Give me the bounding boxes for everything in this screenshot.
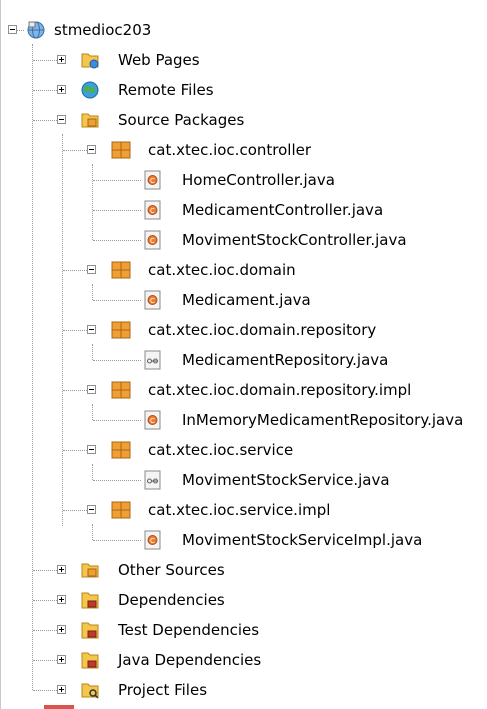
tree-node-java-file[interactable]: C Medicament.java bbox=[0, 285, 487, 315]
tree-node-label: Medicament.java bbox=[182, 291, 311, 309]
tree-node-label: cat.xtec.ioc.domain.repository bbox=[148, 321, 377, 339]
tree-node-label: cat.xtec.ioc.service bbox=[148, 441, 294, 459]
svg-text:C: C bbox=[150, 417, 155, 425]
package-icon bbox=[111, 321, 131, 339]
tree-node-label: Java Dependencies bbox=[118, 651, 262, 669]
java-class-icon: C bbox=[144, 170, 161, 190]
collapse-toggle[interactable] bbox=[87, 445, 96, 454]
tree-node-label: Other Sources bbox=[118, 561, 225, 579]
tree-node-label: Dependencies bbox=[118, 591, 225, 609]
tree-node-java-file[interactable]: C InMemoryMedicamentRepository.java bbox=[0, 405, 487, 435]
tree-node-label: InMemoryMedicamentRepository.java bbox=[182, 411, 464, 429]
tree-node-other-sources[interactable]: Other Sources bbox=[0, 555, 487, 585]
expand-toggle[interactable] bbox=[57, 655, 66, 664]
globe-project-icon bbox=[27, 21, 45, 39]
java-interface-icon bbox=[144, 470, 161, 490]
package-icon bbox=[111, 441, 131, 459]
tree-node-project-files[interactable]: Project Files bbox=[0, 675, 487, 705]
project-files-folder-icon bbox=[81, 683, 99, 699]
remote-files-globe-icon bbox=[81, 81, 99, 99]
expand-toggle[interactable] bbox=[57, 85, 66, 94]
tree-node-label: stmedioc203 bbox=[54, 21, 152, 39]
svg-text:C: C bbox=[150, 177, 155, 185]
web-pages-folder-icon bbox=[81, 53, 99, 69]
source-folder-icon bbox=[81, 113, 99, 128]
svg-text:C: C bbox=[150, 207, 155, 215]
tree-node-web-pages[interactable]: Web Pages bbox=[0, 45, 487, 75]
tree-node-project[interactable]: stmedioc203 bbox=[0, 15, 487, 45]
tree-node-java-file[interactable]: C MovimentStockServiceImpl.java bbox=[0, 525, 487, 555]
tree-node-label: MovimentStockService.java bbox=[182, 471, 390, 489]
collapse-toggle[interactable] bbox=[87, 385, 96, 394]
package-icon bbox=[111, 381, 131, 399]
svg-text:C: C bbox=[150, 537, 155, 545]
tree-node-test-dependencies[interactable]: Test Dependencies bbox=[0, 615, 487, 645]
tree-node-label: cat.xtec.ioc.service.impl bbox=[148, 501, 331, 519]
java-interface-icon bbox=[144, 350, 161, 370]
tree-node-label: MovimentStockServiceImpl.java bbox=[182, 531, 423, 549]
tree-node-label: Project Files bbox=[118, 681, 208, 699]
collapse-toggle[interactable] bbox=[87, 265, 96, 274]
tree-node-remote-files[interactable]: Remote Files bbox=[0, 75, 487, 105]
collapse-toggle[interactable] bbox=[8, 25, 17, 34]
tree-node-package-repository[interactable]: cat.xtec.ioc.domain.repository bbox=[0, 315, 487, 345]
dependencies-folder-icon bbox=[81, 592, 99, 609]
java-class-icon: C bbox=[144, 410, 161, 430]
collapse-toggle[interactable] bbox=[87, 145, 96, 154]
expand-toggle[interactable] bbox=[57, 565, 66, 574]
collapse-toggle[interactable] bbox=[87, 505, 96, 514]
java-class-icon: C bbox=[144, 290, 161, 310]
tree-node-label: MovimentStockController.java bbox=[182, 231, 407, 249]
expand-toggle[interactable] bbox=[57, 625, 66, 634]
tree-node-label: MedicamentRepository.java bbox=[182, 351, 389, 369]
java-class-icon: C bbox=[144, 230, 161, 250]
collapse-toggle[interactable] bbox=[57, 115, 66, 124]
svg-text:C: C bbox=[150, 237, 155, 245]
tree-node-label: HomeController.java bbox=[182, 171, 335, 189]
collapse-toggle[interactable] bbox=[87, 325, 96, 334]
dependencies-folder-icon bbox=[81, 652, 99, 669]
expand-toggle[interactable] bbox=[57, 685, 66, 694]
java-class-icon: C bbox=[144, 530, 161, 550]
tree-node-label: Remote Files bbox=[118, 81, 214, 99]
expand-toggle[interactable] bbox=[57, 595, 66, 604]
tree-node-package-controller[interactable]: cat.xtec.ioc.controller bbox=[0, 135, 487, 165]
package-icon bbox=[111, 141, 131, 159]
error-marker bbox=[44, 705, 74, 709]
other-sources-folder-icon bbox=[81, 563, 99, 578]
tree-node-label: cat.xtec.ioc.domain bbox=[148, 261, 296, 279]
tree-node-java-dependencies[interactable]: Java Dependencies bbox=[0, 645, 487, 675]
tree-node-java-file[interactable]: MovimentStockService.java bbox=[0, 465, 487, 495]
java-class-icon: C bbox=[144, 200, 161, 220]
tree-node-package-domain[interactable]: cat.xtec.ioc.domain bbox=[0, 255, 487, 285]
tree-node-java-file[interactable]: C MovimentStockController.java bbox=[0, 225, 487, 255]
svg-text:C: C bbox=[150, 297, 155, 305]
tree-node-label: Source Packages bbox=[118, 111, 245, 129]
tree-node-source-packages[interactable]: Source Packages bbox=[0, 105, 487, 135]
expand-toggle[interactable] bbox=[57, 55, 66, 64]
tree-node-label: cat.xtec.ioc.domain.repository.impl bbox=[148, 381, 412, 399]
dependencies-folder-icon bbox=[81, 622, 99, 639]
tree-node-label: Web Pages bbox=[118, 51, 200, 69]
tree-node-java-file[interactable]: C MedicamentController.java bbox=[0, 195, 487, 225]
tree-node-java-file[interactable]: MedicamentRepository.java bbox=[0, 345, 487, 375]
tree-node-dependencies[interactable]: Dependencies bbox=[0, 585, 487, 615]
tree-node-label: MedicamentController.java bbox=[182, 201, 384, 219]
tree-node-package-service-impl[interactable]: cat.xtec.ioc.service.impl bbox=[0, 495, 487, 525]
tree-node-label: Test Dependencies bbox=[118, 621, 260, 639]
package-icon bbox=[111, 261, 131, 279]
tree-node-label: cat.xtec.ioc.controller bbox=[148, 141, 312, 159]
tree-node-package-service[interactable]: cat.xtec.ioc.service bbox=[0, 435, 487, 465]
package-icon bbox=[111, 501, 131, 519]
tree-node-java-file[interactable]: C HomeController.java bbox=[0, 165, 487, 195]
tree-node-package-repository-impl[interactable]: cat.xtec.ioc.domain.repository.impl bbox=[0, 375, 487, 405]
